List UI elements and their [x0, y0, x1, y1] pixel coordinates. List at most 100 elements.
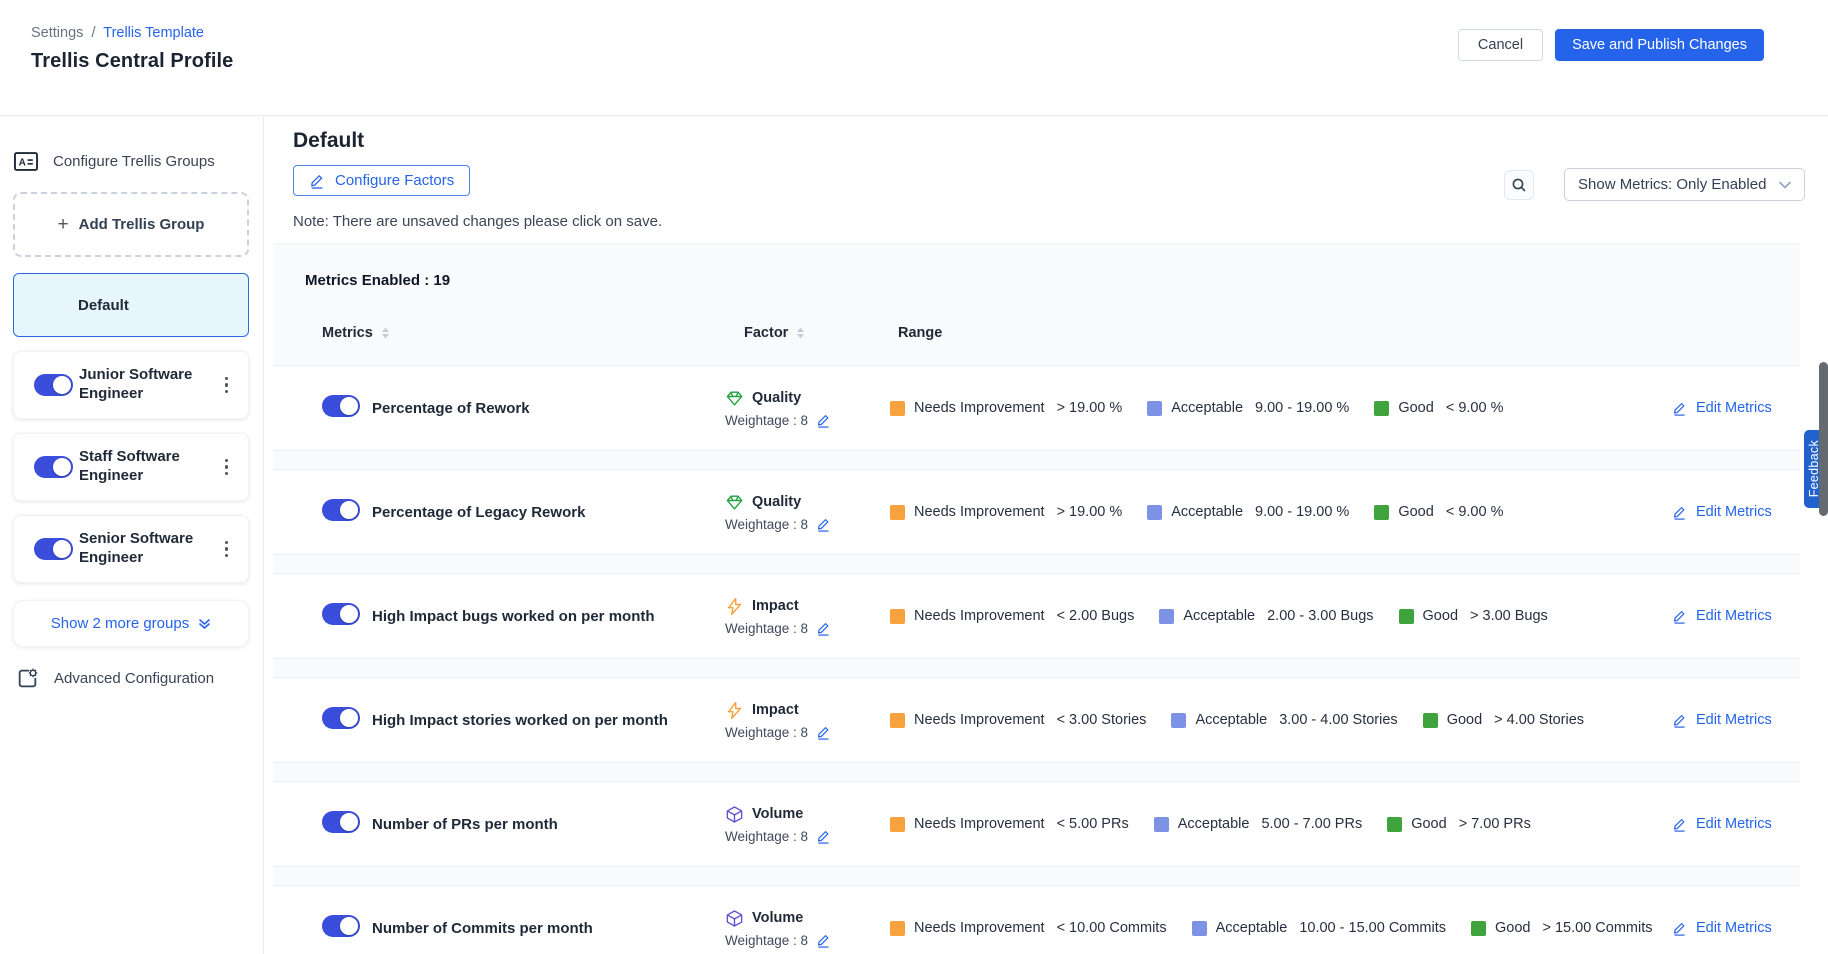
svg-text:A: A [19, 157, 26, 168]
edit-metrics-label: Edit Metrics [1696, 712, 1772, 728]
show-more-groups-button[interactable]: Show 2 more groups [13, 600, 249, 647]
advanced-configuration-label: Advanced Configuration [54, 670, 214, 687]
toggle-knob [340, 397, 358, 415]
search-icon [1511, 177, 1527, 193]
group-label: Staff Software Engineer [79, 448, 207, 486]
metric-enabled-toggle[interactable] [322, 915, 360, 937]
metric-enabled-toggle[interactable] [322, 707, 360, 729]
edit-weightage-icon[interactable] [816, 725, 831, 740]
trellis-group-card[interactable]: Staff Software Engineer [13, 433, 249, 501]
needs-improvement-swatch [890, 609, 905, 624]
weightage-label: Weightage : 8 [725, 517, 808, 532]
sidebar-section-title: Configure Trellis Groups [53, 153, 215, 170]
double-chevron-down-icon [198, 617, 211, 630]
factor-name: Impact [752, 598, 799, 614]
group-enabled-toggle[interactable] [34, 538, 73, 560]
kebab-menu-icon[interactable] [221, 373, 233, 398]
kebab-menu-icon[interactable] [221, 455, 233, 480]
unsaved-changes-note: Note: There are unsaved changes please c… [293, 213, 1800, 230]
toggle-knob [340, 813, 358, 831]
breadcrumb-trellis-template[interactable]: Trellis Template [103, 25, 204, 41]
selected-group-title: Default [293, 129, 1800, 153]
impact-bolt-icon [725, 597, 744, 616]
quality-gem-icon [725, 389, 744, 408]
cancel-button[interactable]: Cancel [1458, 29, 1543, 61]
edit-metrics-pencil-icon [1672, 609, 1687, 624]
acceptable-swatch [1171, 713, 1186, 728]
metric-name: Number of Commits per month [372, 920, 725, 937]
range-cell: Needs Improvement > 19.00 % Acceptable 9… [890, 400, 1668, 416]
group-label: Junior Software Engineer [79, 366, 207, 404]
metric-enabled-toggle[interactable] [322, 811, 360, 833]
toggle-knob [340, 709, 358, 727]
edit-metrics-label: Edit Metrics [1696, 400, 1772, 416]
edit-metrics-link[interactable]: Edit Metrics [1668, 920, 1800, 936]
trellis-group-card[interactable]: Junior Software Engineer [13, 351, 249, 419]
edit-metrics-label: Edit Metrics [1696, 504, 1772, 520]
show-metrics-dropdown[interactable]: Show Metrics: Only Enabled [1564, 168, 1805, 201]
add-trellis-group-label: Add Trellis Group [79, 216, 205, 233]
header-actions: Cancel Save and Publish Changes [1458, 29, 1764, 115]
range-good: Good < 9.00 % [1374, 504, 1503, 520]
group-enabled-toggle[interactable] [34, 456, 73, 478]
range-cell: Needs Improvement < 2.00 Bugs Acceptable… [890, 608, 1668, 624]
group-enabled-toggle[interactable] [34, 374, 73, 396]
acceptable-swatch [1147, 401, 1162, 416]
breadcrumb: Settings / Trellis Template [31, 25, 233, 41]
configure-factors-button[interactable]: Configure Factors [293, 165, 470, 196]
factor-cell: Impact Weightage : 8 [725, 597, 890, 636]
weightage-label: Weightage : 8 [725, 725, 808, 740]
column-header-factor[interactable]: Factor [725, 325, 890, 341]
edit-metrics-link[interactable]: Edit Metrics [1668, 400, 1800, 416]
pencil-icon [309, 173, 325, 189]
good-swatch [1471, 921, 1486, 936]
good-swatch [1399, 609, 1414, 624]
toggle-knob [53, 376, 71, 394]
range-good: Good < 9.00 % [1374, 400, 1503, 416]
edit-metrics-link[interactable]: Edit Metrics [1668, 816, 1800, 832]
advanced-configuration-link[interactable]: Advanced Configuration [13, 667, 249, 690]
metric-enabled-toggle[interactable] [322, 603, 360, 625]
good-swatch [1423, 713, 1438, 728]
weightage-label: Weightage : 8 [725, 621, 808, 636]
kebab-menu-icon[interactable] [221, 537, 233, 562]
needs-improvement-swatch [890, 921, 905, 936]
good-swatch [1374, 401, 1389, 416]
search-button[interactable] [1504, 170, 1534, 200]
range-needs-improvement: Needs Improvement > 19.00 % [890, 504, 1122, 520]
needs-improvement-swatch [890, 505, 905, 520]
range-good: Good > 4.00 Stories [1423, 712, 1584, 728]
range-needs-improvement: Needs Improvement < 2.00 Bugs [890, 608, 1134, 624]
metric-enabled-toggle[interactable] [322, 395, 360, 417]
metrics-toolbar: Show Metrics: Only Enabled [1504, 168, 1805, 201]
metrics-panel: Metrics Enabled : 19 Metrics Factor Rang… [273, 243, 1800, 954]
table-header-row: Metrics Factor Range [273, 325, 1800, 341]
edit-metrics-link[interactable]: Edit Metrics [1668, 712, 1800, 728]
edit-metrics-link[interactable]: Edit Metrics [1668, 504, 1800, 520]
toggle-knob [340, 605, 358, 623]
edit-weightage-icon[interactable] [816, 621, 831, 636]
metric-enabled-toggle[interactable] [322, 499, 360, 521]
factor-name: Quality [752, 494, 801, 510]
edit-weightage-icon[interactable] [816, 413, 831, 428]
edit-metrics-link[interactable]: Edit Metrics [1668, 608, 1800, 624]
range-good: Good > 7.00 PRs [1387, 816, 1531, 832]
trellis-group-card[interactable]: Senior Software Engineer [13, 515, 249, 583]
sidebar-item-default-group[interactable]: Default [13, 273, 249, 337]
add-trellis-group-button[interactable]: + Add Trellis Group [13, 192, 249, 257]
factor-cell: Quality Weightage : 8 [725, 493, 890, 532]
factor-name: Impact [752, 702, 799, 718]
edit-weightage-icon[interactable] [816, 517, 831, 532]
save-and-publish-button[interactable]: Save and Publish Changes [1555, 29, 1764, 61]
edit-metrics-pencil-icon [1672, 921, 1687, 936]
edit-weightage-icon[interactable] [816, 829, 831, 844]
breadcrumb-settings[interactable]: Settings [31, 25, 83, 41]
range-acceptable: Acceptable 5.00 - 7.00 PRs [1154, 816, 1363, 832]
column-header-metrics[interactable]: Metrics [273, 325, 725, 341]
range-cell: Needs Improvement < 3.00 Stories Accepta… [890, 712, 1668, 728]
toggle-knob [340, 917, 358, 935]
vertical-scrollbar-thumb[interactable] [1819, 362, 1828, 516]
weightage-label: Weightage : 8 [725, 933, 808, 948]
edit-weightage-icon[interactable] [816, 933, 831, 948]
good-swatch [1374, 505, 1389, 520]
